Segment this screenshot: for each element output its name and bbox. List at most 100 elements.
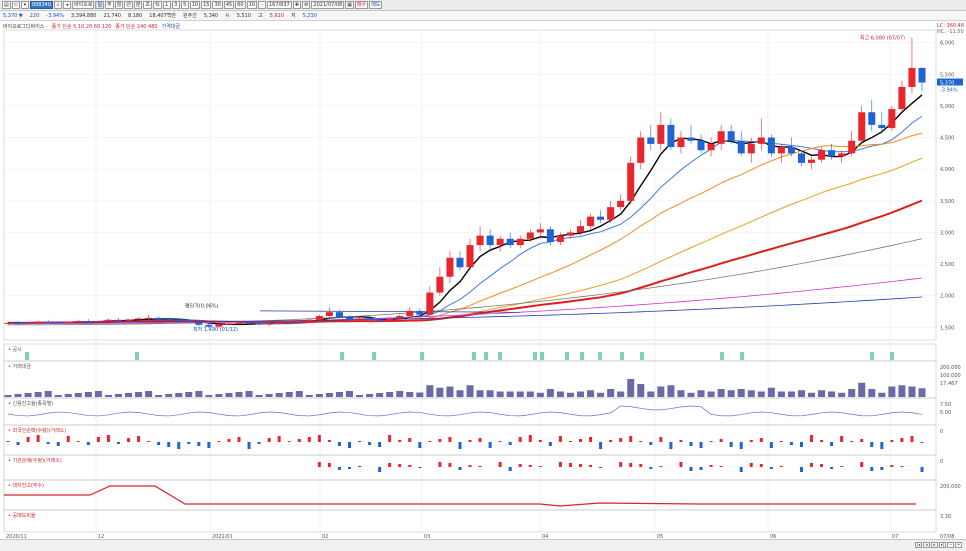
foreign-bar bbox=[880, 442, 884, 449]
institution-bar bbox=[438, 462, 442, 467]
candle-body bbox=[104, 319, 112, 322]
foreign-bar bbox=[840, 436, 844, 442]
candle-body bbox=[637, 137, 645, 163]
institution-bar bbox=[478, 466, 482, 467]
candle-body bbox=[34, 321, 42, 323]
candle-body bbox=[677, 137, 685, 148]
volume-bar bbox=[898, 385, 906, 397]
ma-line-20 bbox=[7, 132, 923, 324]
institution-bar bbox=[378, 467, 382, 472]
ma-line-480 bbox=[7, 277, 923, 324]
foreign-bar bbox=[327, 440, 331, 442]
candle-body bbox=[446, 257, 454, 277]
volume-bar bbox=[767, 387, 775, 397]
foreign-bar bbox=[257, 442, 261, 444]
volume-bar bbox=[44, 391, 52, 397]
disclosure-bar bbox=[498, 352, 502, 360]
candle-body bbox=[64, 321, 72, 323]
candle-body bbox=[114, 319, 122, 321]
fwd-icon[interactable]: ▸ bbox=[931, 542, 938, 548]
foreign-bar bbox=[26, 437, 30, 442]
candle-body bbox=[135, 318, 143, 320]
institution-bar bbox=[639, 464, 643, 467]
institution-bar bbox=[508, 467, 512, 471]
foreign-bar bbox=[147, 441, 151, 442]
institution-bar bbox=[689, 467, 693, 471]
foreign-bar bbox=[66, 436, 70, 442]
foreign-bar bbox=[528, 435, 532, 442]
institution-bar bbox=[870, 467, 874, 471]
volume-bar bbox=[466, 385, 474, 397]
foreign-bar bbox=[699, 442, 703, 448]
volume-bar bbox=[315, 394, 323, 397]
sub-panel-label: • 신용잔고율(종목별) bbox=[8, 400, 53, 407]
foreign-bar bbox=[799, 442, 803, 447]
price-tag: 5,370 bbox=[940, 81, 954, 87]
sub-panel-frame bbox=[3, 397, 937, 426]
foreign-bar bbox=[649, 442, 653, 445]
foreign-bar bbox=[789, 442, 793, 445]
foreign-bar bbox=[46, 442, 50, 444]
candle-body bbox=[898, 86, 906, 110]
foreign-bar bbox=[36, 435, 40, 442]
institution-bar bbox=[358, 466, 362, 467]
volume-bar bbox=[566, 392, 574, 397]
volume-bar bbox=[235, 392, 243, 397]
candle-body bbox=[848, 140, 856, 154]
foreign-bar bbox=[358, 441, 362, 442]
volume-bar bbox=[556, 391, 564, 397]
foreign-bar bbox=[579, 439, 583, 442]
candle-body bbox=[767, 137, 775, 154]
scroll-controls: |◂ ◂ ▸ ▸| − + bbox=[915, 542, 962, 548]
volume-bar bbox=[787, 391, 795, 397]
institution-bar bbox=[890, 465, 894, 467]
zoom-out-icon[interactable]: − bbox=[947, 542, 954, 548]
candle-body bbox=[396, 315, 404, 319]
institution-bar bbox=[649, 467, 653, 469]
candle-body bbox=[265, 323, 273, 325]
candle-body bbox=[747, 143, 755, 154]
candle-body bbox=[687, 137, 695, 141]
disclosure-bar bbox=[580, 352, 584, 360]
volume-bar bbox=[155, 395, 163, 397]
volume-bar bbox=[727, 390, 735, 397]
volume-bar bbox=[4, 395, 12, 397]
candle-body bbox=[74, 321, 82, 323]
foreign-bar bbox=[167, 442, 171, 447]
volume-bar bbox=[587, 390, 595, 397]
foreign-bar bbox=[287, 441, 291, 442]
candle-body bbox=[466, 245, 474, 268]
candle-body bbox=[838, 153, 846, 157]
foreign-bar bbox=[96, 437, 100, 442]
price-axis-label: 2,000 bbox=[940, 294, 954, 300]
volume-bar bbox=[245, 391, 253, 397]
foreign-bar bbox=[137, 436, 141, 442]
first-icon[interactable]: |◂ bbox=[915, 542, 922, 548]
volume-bar bbox=[366, 394, 374, 397]
sub-axis-label: 200,000 bbox=[940, 365, 961, 371]
price-axis-label: 3,000 bbox=[940, 230, 954, 236]
volume-bar bbox=[657, 386, 665, 397]
volume-bar bbox=[84, 392, 92, 397]
volume-bar bbox=[838, 392, 846, 397]
last-icon[interactable]: ▸| bbox=[939, 542, 946, 548]
price-chart[interactable]: 6,000 5,500 5,000 4,500 4,000 3,500 3,000 2,500… bbox=[0, 0, 966, 551]
zoom-in-icon[interactable]: + bbox=[955, 542, 962, 548]
volume-bar bbox=[647, 391, 655, 397]
volume-bar bbox=[496, 391, 504, 397]
foreign-bar bbox=[237, 437, 241, 442]
institution-bar bbox=[659, 466, 663, 467]
candle-body bbox=[44, 321, 52, 323]
candle-body bbox=[918, 67, 926, 83]
foreign-bar bbox=[116, 442, 120, 444]
institution-bar bbox=[840, 466, 844, 467]
foreign-bar bbox=[900, 438, 904, 442]
candle-body bbox=[717, 131, 725, 144]
back-icon[interactable]: ◂ bbox=[923, 542, 930, 548]
sub-panel-frame bbox=[3, 479, 937, 511]
sub-panel-frame bbox=[3, 454, 937, 481]
sub-axis-label: 100,000 bbox=[940, 373, 961, 379]
volume-bar bbox=[64, 394, 72, 397]
sub-panel-label: • 외국인순매(수량)(거래소) bbox=[8, 427, 66, 434]
volume-bar bbox=[536, 392, 544, 397]
